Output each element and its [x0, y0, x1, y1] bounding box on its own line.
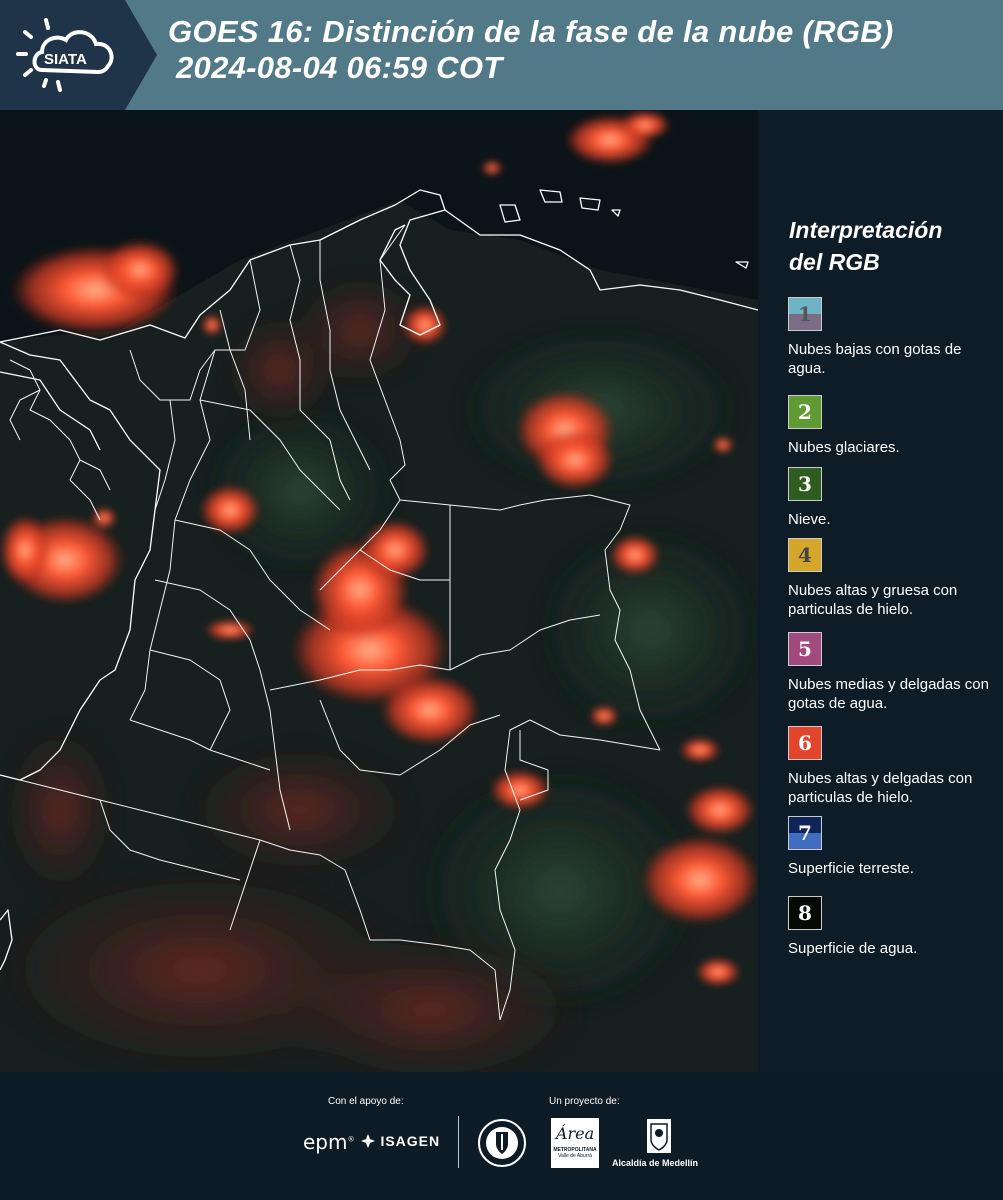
- isagen-logo-text: ISAGEN: [380, 1132, 441, 1149]
- page-title: GOES 16: Distinción de la fase de la nub…: [168, 14, 894, 86]
- support-label: Con el apoyo de:: [328, 1096, 404, 1107]
- footer-divider: [458, 1116, 459, 1168]
- satellite-map: [0, 110, 758, 1072]
- legend-swatch-8: 8: [788, 896, 822, 930]
- legend-item-8: 8 Superficie de agua.: [788, 896, 1000, 958]
- legend-item-2: 2 Nubes glaciares.: [788, 395, 1000, 457]
- siata-logo: SIATA: [16, 18, 114, 92]
- epm-logo: epm®: [303, 1130, 355, 1154]
- legend-number: 2: [798, 400, 812, 424]
- alcaldia-logo-text: Alcaldía de Medellín: [612, 1158, 699, 1168]
- header: SIATA GOES 16: Distinción de la fase de …: [0, 0, 1003, 110]
- legend-label: Superficie terreste.: [788, 860, 914, 877]
- legend-swatch-7: 7: [788, 816, 822, 850]
- legend-swatch-3: 3: [788, 467, 822, 501]
- legend-item-7: 7 Superficie terreste.: [788, 816, 1000, 878]
- legend-swatch-2: 2: [788, 395, 822, 429]
- legend-number: 4: [798, 543, 812, 567]
- legend-label: Superficie de agua.: [788, 940, 918, 957]
- legend-title-line-2: del RGB: [789, 249, 880, 275]
- legend-number: 8: [798, 901, 812, 925]
- legend-item-4: 4 Nubes altas y gruesa con particulas de …: [788, 538, 1000, 619]
- area-logo-title: Área: [555, 1124, 595, 1143]
- legend-number: 3: [798, 472, 812, 496]
- map-canvas: [0, 110, 758, 1072]
- legend-title-line-1: Interpretación: [789, 217, 943, 243]
- siata-logo-text: SIATA: [44, 51, 87, 68]
- legend-label: Nieve.: [788, 511, 831, 528]
- legend-swatch-5: 5: [788, 632, 822, 666]
- footer: Con el apoyo de: Un proyecto de: epm® IS…: [0, 1072, 1003, 1200]
- legend-panel: Interpretación del RGB 1 Nubes bajas con …: [760, 110, 1003, 1072]
- epm-logo-text: epm: [303, 1130, 348, 1154]
- legend-label: Nubes medias y delgadas con gotas de agu…: [788, 676, 989, 712]
- project-label: Un proyecto de:: [549, 1096, 620, 1107]
- legend-swatch-4: 4: [788, 538, 822, 572]
- alcaldia-shield-icon: [647, 1119, 671, 1153]
- legend-number: 6: [798, 731, 812, 755]
- title-line-2: 2024-08-04 06:59 COT: [176, 50, 503, 85]
- area-logo-sub2: Valle de Aburrá: [558, 1153, 592, 1159]
- legend-title: Interpretación del RGB: [789, 214, 989, 278]
- legend-label: Nubes bajas con gotas de agua.: [788, 341, 962, 377]
- legend-item-3: 3 Nieve.: [788, 467, 1000, 529]
- legend-number: 7: [798, 821, 812, 845]
- legend-swatch-6: 6: [788, 726, 822, 760]
- legend-item-6: 6 Nubes altas y delgadas con particulas d…: [788, 726, 1000, 807]
- legend-label: Nubes glaciares.: [788, 439, 900, 456]
- legend-number: 5: [798, 637, 812, 661]
- legend-item-5: 5 Nubes medias y delgadas con gotas de ag…: [788, 632, 1000, 713]
- title-line-1: GOES 16: Distinción de la fase de la nub…: [168, 14, 894, 49]
- legend-swatch-1: 1: [788, 297, 822, 331]
- isagen-logo: ISAGEN: [360, 1132, 440, 1150]
- area-metropolitana-logo: Área METROPOLITANA Valle de Aburrá: [551, 1118, 599, 1168]
- legend-label: Nubes altas y gruesa con particulas de h…: [788, 582, 958, 618]
- legend-label: Nubes altas y delgadas con particulas de…: [788, 770, 973, 806]
- isagen-mark-icon: [361, 1133, 375, 1148]
- legend-item-1: 1 Nubes bajas con gotas de agua.: [788, 297, 1000, 378]
- legend-number: 1: [798, 302, 812, 326]
- university-seal-icon: [478, 1119, 526, 1167]
